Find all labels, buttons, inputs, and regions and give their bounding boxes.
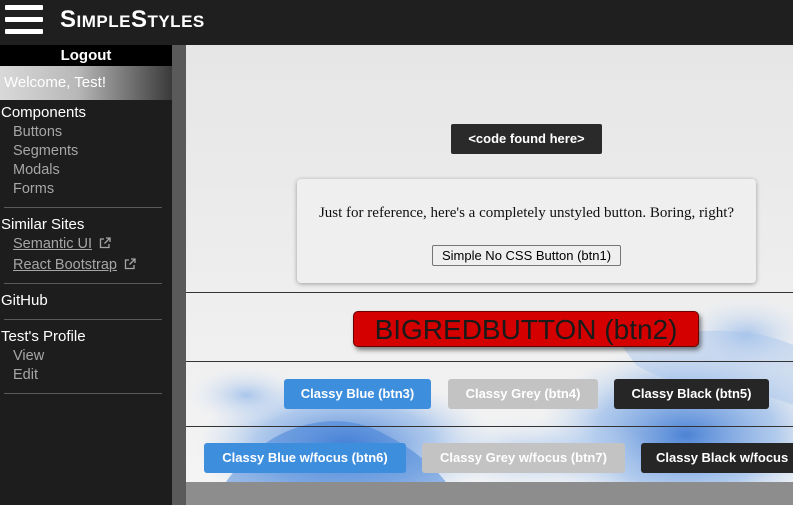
code-found-button[interactable]: <code found here> — [451, 124, 602, 154]
classy-black-button[interactable]: Classy Black (btn5) — [614, 379, 769, 409]
sidebar-divider — [4, 207, 162, 208]
sidebar-divider — [4, 283, 162, 284]
section-divider — [186, 292, 793, 293]
sidebar-link-label[interactable]: Semantic UI — [13, 236, 92, 252]
sidebar-scroll-edge — [172, 45, 186, 505]
sidebar-divider — [4, 393, 162, 394]
simple-no-css-button[interactable]: Simple No CSS Button (btn1) — [432, 245, 621, 266]
external-link-icon — [99, 237, 111, 249]
sidebar-divider — [4, 319, 162, 320]
classy-blue-button[interactable]: Classy Blue (btn3) — [284, 379, 431, 409]
sidebar-item-github[interactable]: GitHub — [1, 292, 48, 309]
big-red-button[interactable]: BIGREDBUTTON (btn2) — [353, 311, 699, 347]
sidebar-item-buttons[interactable]: Buttons — [13, 124, 62, 140]
classy-black-focus-button[interactable]: Classy Black w/focus — [641, 443, 793, 473]
classy-grey-button[interactable]: Classy Grey (btn4) — [448, 379, 598, 409]
sidebar-heading-profile[interactable]: Test's Profile — [1, 328, 86, 345]
sidebar-item-modals[interactable]: Modals — [13, 162, 60, 178]
sidebar-heading-similar-sites[interactable]: Similar Sites — [1, 216, 84, 233]
sidebar-link-semantic-ui[interactable]: Semantic UI — [13, 236, 111, 252]
top-bar: SimpleStyles — [0, 0, 793, 45]
main-content: <code found here> Just for reference, he… — [186, 45, 793, 482]
brand-logo[interactable]: SimpleStyles — [60, 6, 205, 34]
classy-blue-focus-button[interactable]: Classy Blue w/focus (btn6) — [204, 443, 406, 473]
sidebar: Logout Welcome, Test! Components Buttons… — [0, 45, 172, 505]
sidebar-item-forms[interactable]: Forms — [13, 181, 54, 197]
sidebar-item-edit[interactable]: Edit — [13, 367, 38, 383]
sidebar-item-view[interactable]: View — [13, 348, 44, 364]
section-divider — [186, 361, 793, 362]
sidebar-link-react-bootstrap[interactable]: React Bootstrap — [13, 257, 136, 273]
section-divider — [186, 426, 793, 427]
external-link-icon — [124, 258, 136, 270]
sidebar-heading-components[interactable]: Components — [1, 104, 86, 121]
sidebar-link-label[interactable]: React Bootstrap — [13, 257, 117, 273]
classy-grey-focus-button[interactable]: Classy Grey w/focus (btn7) — [422, 443, 625, 473]
sidebar-item-segments[interactable]: Segments — [13, 143, 78, 159]
hamburger-menu-icon[interactable] — [5, 5, 43, 35]
page-bottom-strip — [186, 482, 793, 505]
logout-button[interactable]: Logout — [0, 45, 172, 66]
welcome-message: Welcome, Test! — [0, 66, 172, 100]
card-description: Just for reference, here's a completely … — [318, 205, 735, 221]
reference-card: Just for reference, here's a completely … — [297, 179, 756, 283]
